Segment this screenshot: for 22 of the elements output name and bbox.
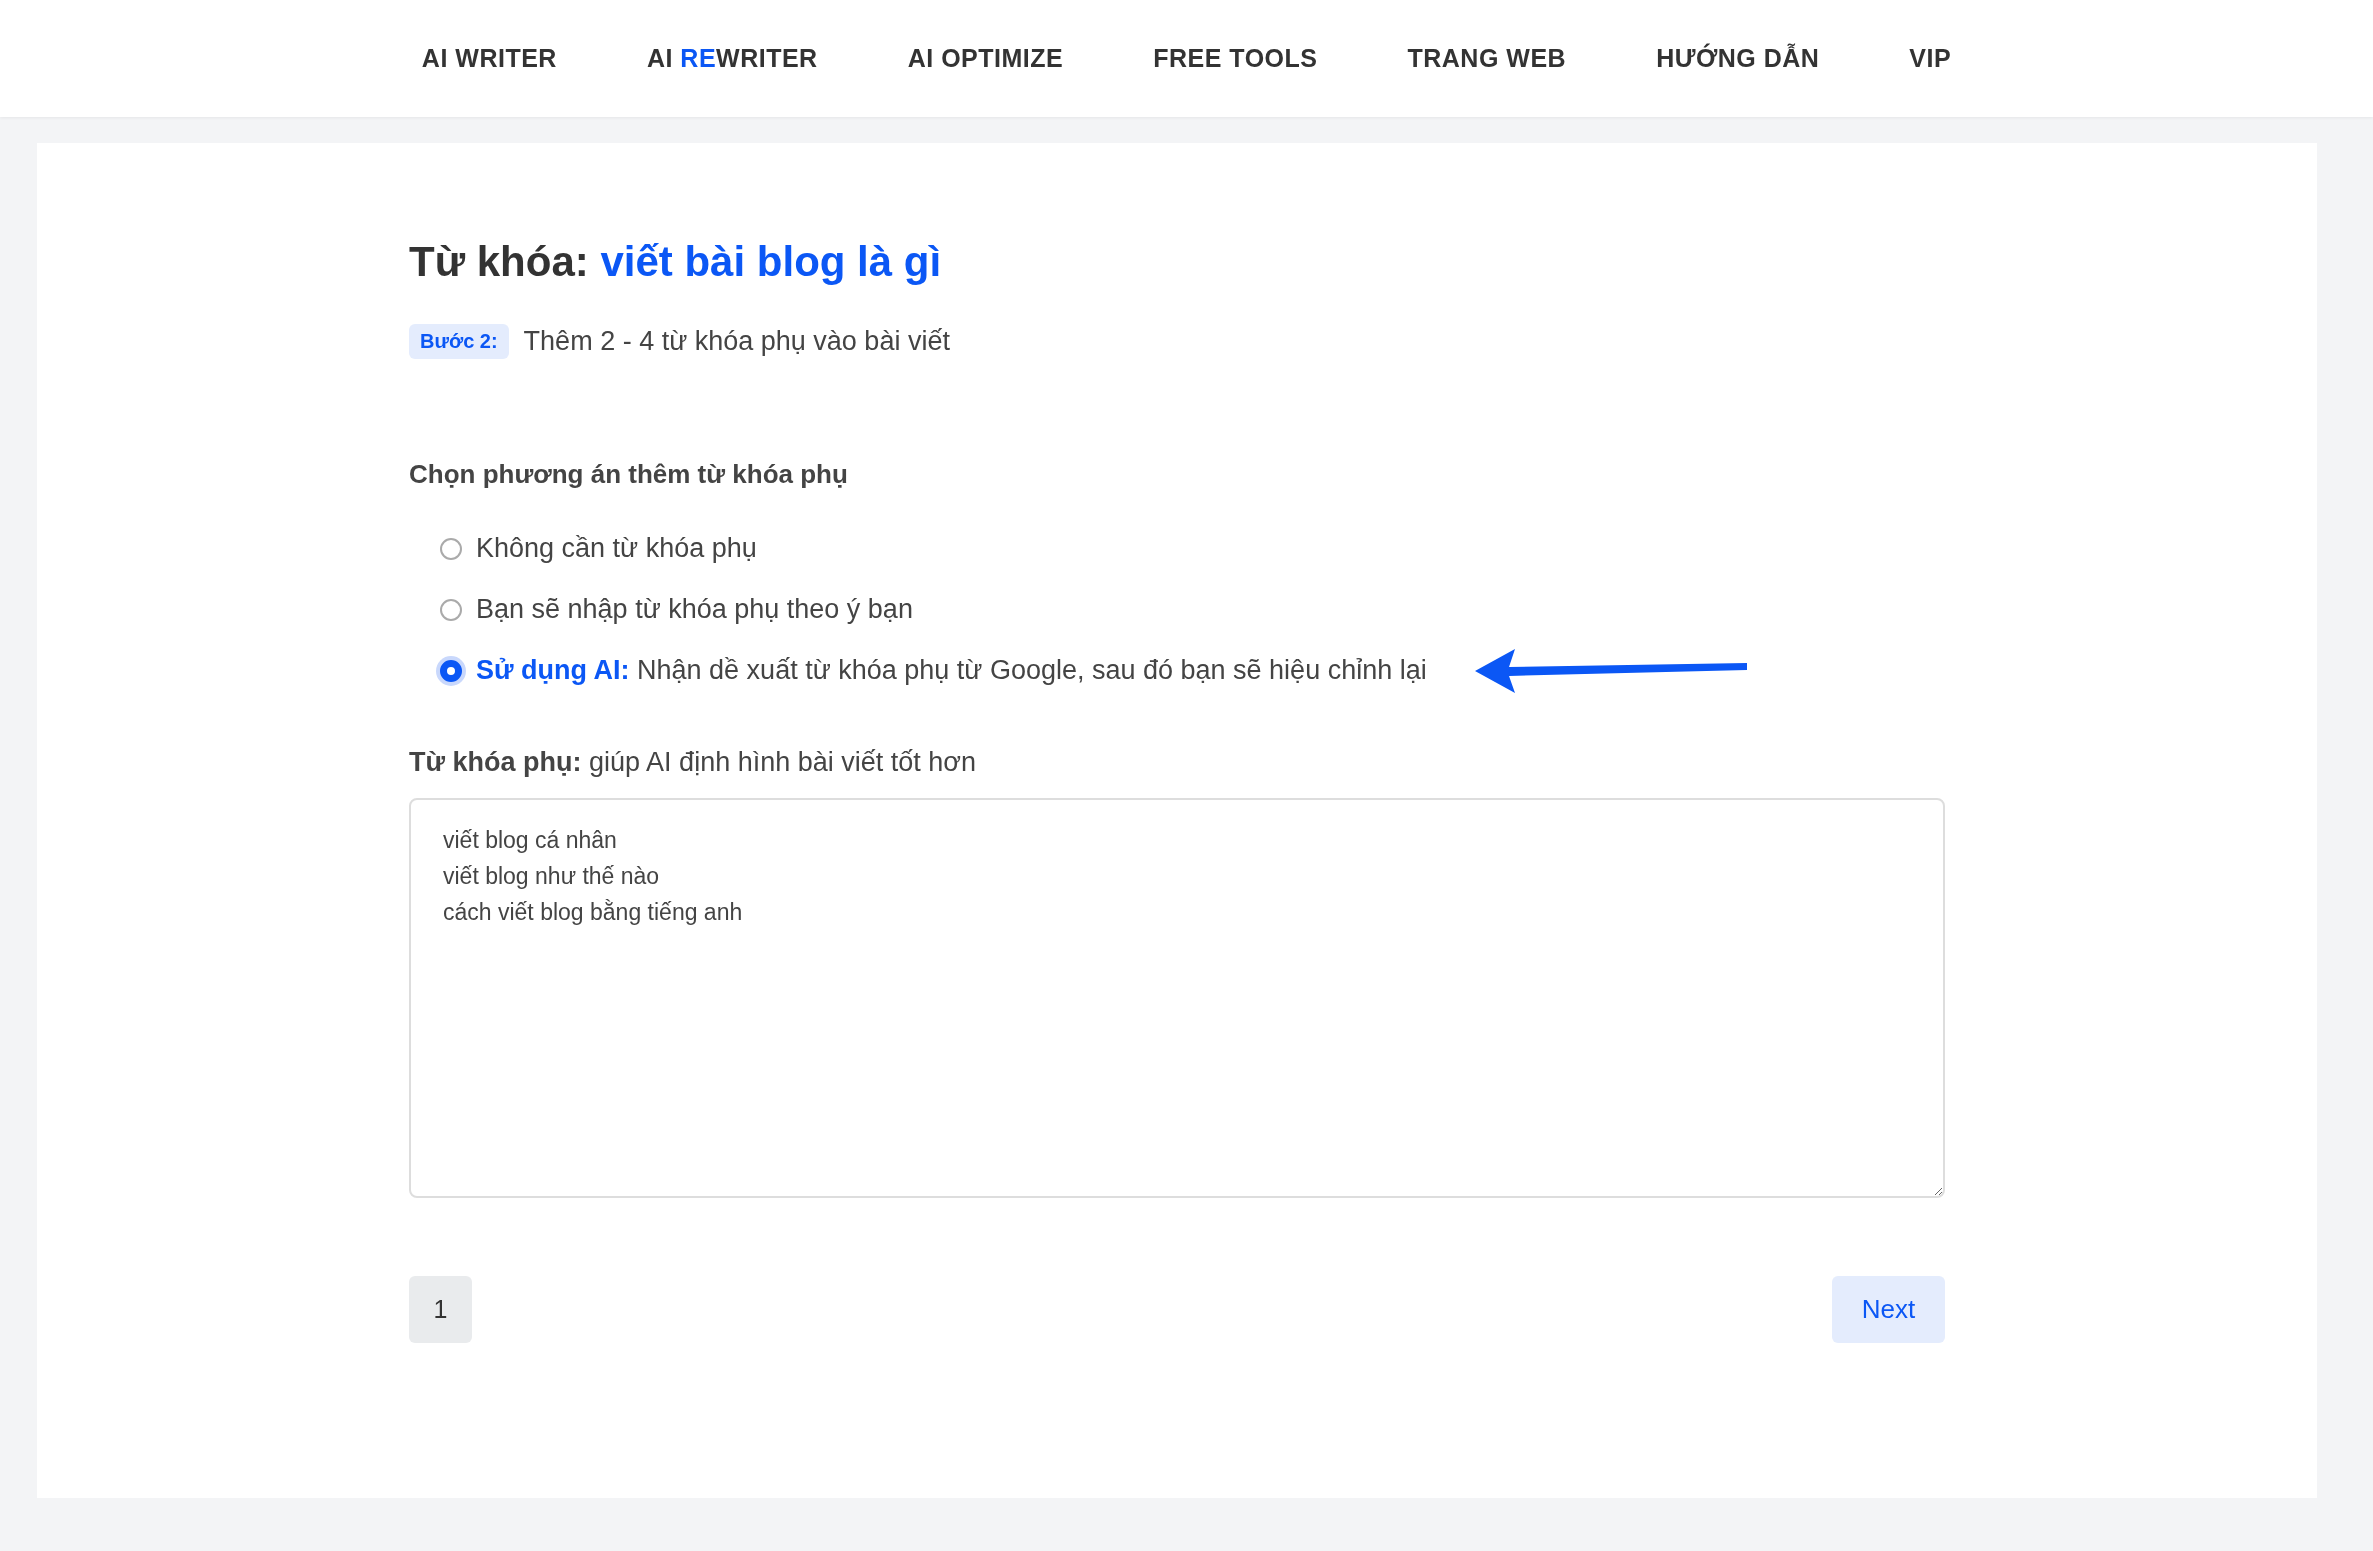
nav-link[interactable]: AI OPTIMIZE	[907, 44, 1064, 73]
radio-label[interactable]: Không cần từ khóa phụ	[476, 533, 757, 564]
page-button[interactable]: 1	[409, 1276, 472, 1343]
radio-label[interactable]: Bạn sẽ nhập từ khóa phụ theo ý bạn	[476, 594, 913, 625]
nav-link[interactable]: AI REWRITER	[646, 44, 818, 73]
keywords-textarea[interactable]: viết blog cá nhân viết blog như thế nào cách viết blog bằng tiếng anh	[409, 798, 1945, 1198]
nav-link[interactable]: HƯỚNG DẪN	[1656, 44, 1820, 73]
nav-link[interactable]: AI WRITER	[421, 44, 557, 73]
nav-link[interactable]: FREE TOOLS	[1153, 44, 1318, 73]
next-button[interactable]: Next	[1832, 1276, 1945, 1343]
step-description: Thêm 2 - 4 từ khóa phụ vào bài viết	[523, 326, 950, 357]
radio-button[interactable]	[440, 598, 462, 621]
keyword-heading: Từ khóa: viết bài blog là gì	[409, 238, 943, 286]
radio-label[interactable]: Sử dụng AI: Nhận dề xuất từ khóa phụ từ Google, sau đó bạn sẽ hiệu chỉnh lại	[476, 655, 1427, 686]
options-title: Chọn phương án thêm từ khóa phụ	[409, 459, 849, 490]
radio-button[interactable]	[440, 537, 462, 560]
radio-button[interactable]	[440, 659, 462, 682]
nav-link[interactable]: VIP	[1909, 44, 1952, 73]
arrow-icon	[1474, 648, 1747, 693]
nav-link[interactable]: TRANG WEB	[1407, 44, 1567, 73]
step-badge: Bước 2:	[409, 324, 509, 359]
field-label: Từ khóa phụ: giúp AI định hình bài viết tốt hơn	[409, 747, 978, 778]
